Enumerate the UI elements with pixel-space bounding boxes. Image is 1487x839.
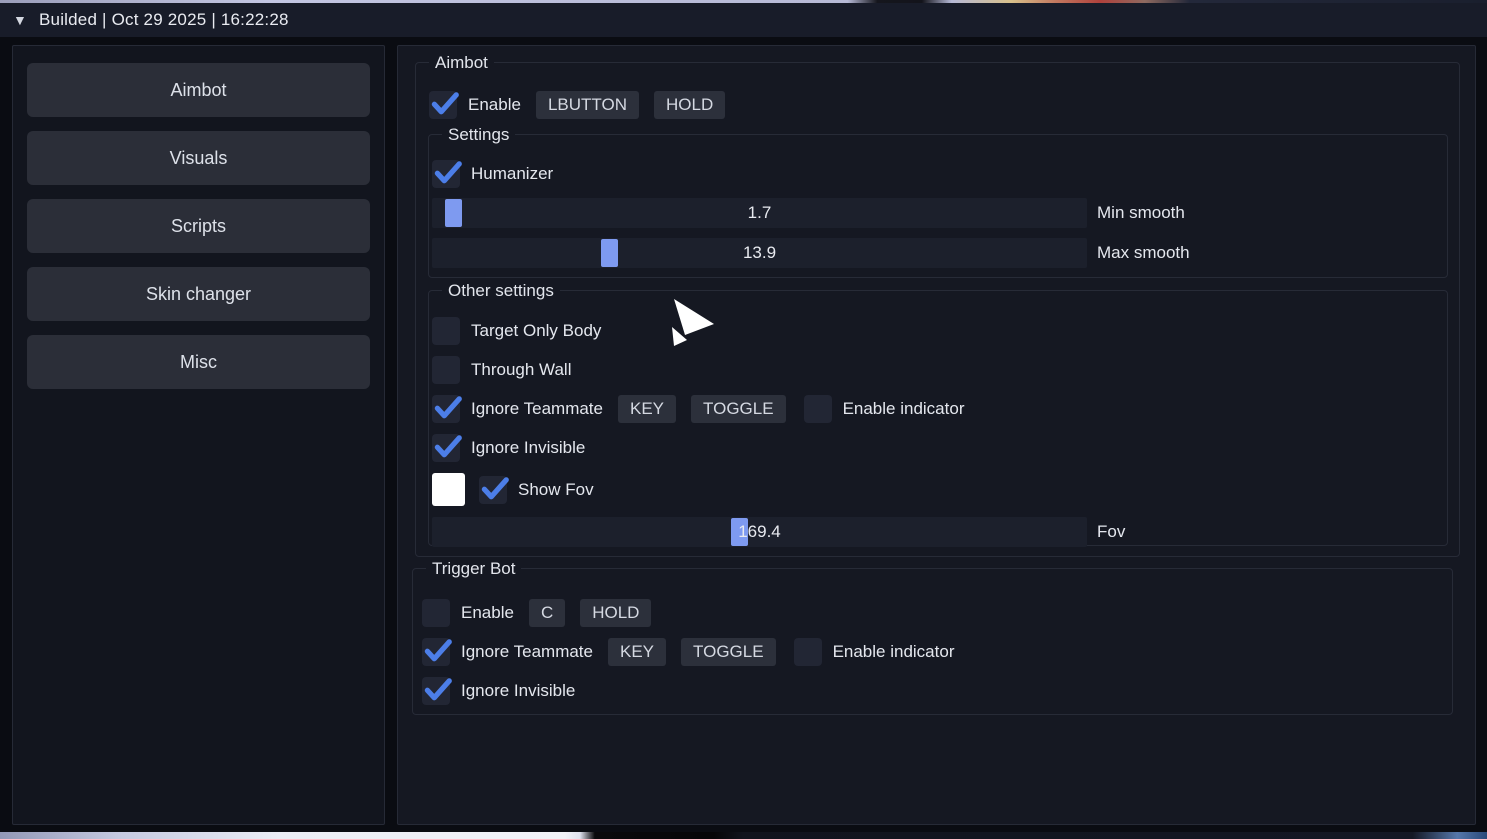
- indicator-checkbox[interactable]: [804, 395, 832, 423]
- main-panel: Aimbot Enable LBUTTON HOLD Settings: [397, 45, 1476, 825]
- trigger-ignore-invisible-checkbox[interactable]: [422, 677, 450, 705]
- trigger-keymode-button[interactable]: HOLD: [580, 599, 651, 627]
- check-icon: [433, 157, 463, 187]
- check-icon: [423, 635, 453, 665]
- ignore-invisible-label: Ignore Invisible: [471, 438, 585, 458]
- humanizer-label: Humanizer: [471, 164, 553, 184]
- check-icon: [423, 674, 453, 704]
- max-smooth-row: 13.9 Max smooth: [432, 238, 1444, 268]
- trigger-enable-label: Enable: [461, 603, 514, 623]
- other-settings-fieldset: Other settings Target Only Body Through …: [428, 290, 1448, 546]
- fov-value: 169.4: [432, 517, 1087, 547]
- show-fov-row: Show Fov: [432, 473, 1444, 506]
- ignore-teammate-checkbox[interactable]: [432, 395, 460, 423]
- check-icon: [430, 88, 460, 118]
- trigger-ignore-invisible-row: Ignore Invisible: [422, 677, 1449, 705]
- trigger-ignore-invisible-label: Ignore Invisible: [461, 681, 575, 701]
- aimbot-enable-label: Enable: [468, 95, 521, 115]
- trigger-bot-legend: Trigger Bot: [426, 558, 521, 579]
- target-only-body-checkbox[interactable]: [432, 317, 460, 345]
- sidebar-item-aimbot[interactable]: Aimbot: [27, 63, 370, 117]
- humanizer-row: Humanizer: [432, 160, 1444, 188]
- settings-fieldset: Settings Humanizer 1.7 Min smooth: [428, 134, 1448, 278]
- trigger-ignore-teammate-label: Ignore Teammate: [461, 642, 593, 662]
- other-settings-legend: Other settings: [442, 280, 560, 301]
- trigger-ignore-teammate-keymode-button[interactable]: TOGGLE: [681, 638, 776, 666]
- indicator-label: Enable indicator: [843, 399, 965, 419]
- sidebar: Aimbot Visuals Scripts Skin changer Misc: [12, 45, 385, 825]
- aimbot-group: Aimbot Enable LBUTTON HOLD Settings: [415, 62, 1460, 557]
- trigger-enable-row: Enable C HOLD: [422, 599, 1449, 627]
- fov-slider[interactable]: 169.4: [432, 517, 1087, 547]
- show-fov-label: Show Fov: [518, 480, 594, 500]
- aimbot-ignore-invisible-row: Ignore Invisible: [432, 434, 1444, 462]
- collapse-triangle-icon[interactable]: ▼: [13, 12, 39, 28]
- trigger-bot-group: Trigger Bot Enable C HOLD Ignore Teammat…: [412, 568, 1453, 715]
- ignore-teammate-label: Ignore Teammate: [471, 399, 603, 419]
- game-background-bottom-strip: [0, 832, 1487, 839]
- sidebar-item-misc[interactable]: Misc: [27, 335, 370, 389]
- ignore-invisible-checkbox[interactable]: [432, 434, 460, 462]
- target-only-body-row: Target Only Body: [432, 317, 1444, 345]
- show-fov-checkbox[interactable]: [479, 476, 507, 504]
- sidebar-item-skin-changer[interactable]: Skin changer: [27, 267, 370, 321]
- ignore-teammate-keymode-button[interactable]: TOGGLE: [691, 395, 786, 423]
- aimbot-ignore-teammate-row: Ignore Teammate KEY TOGGLE Enable indica…: [432, 395, 1444, 423]
- trigger-indicator-label: Enable indicator: [833, 642, 955, 662]
- ignore-teammate-keybind-button[interactable]: KEY: [618, 395, 676, 423]
- trigger-keybind-button[interactable]: C: [529, 599, 565, 627]
- settings-legend: Settings: [442, 124, 515, 145]
- through-wall-label: Through Wall: [471, 360, 571, 380]
- check-icon: [433, 431, 463, 461]
- max-smooth-value: 13.9: [432, 238, 1087, 268]
- aimbot-keybind-button[interactable]: LBUTTON: [536, 91, 639, 119]
- fov-label: Fov: [1097, 522, 1125, 542]
- max-smooth-slider[interactable]: 13.9: [432, 238, 1087, 268]
- aimbot-enable-row: Enable LBUTTON HOLD: [429, 91, 725, 119]
- aimbot-enable-checkbox[interactable]: [429, 91, 457, 119]
- fov-row: 169.4 Fov: [432, 517, 1444, 547]
- min-smooth-row: 1.7 Min smooth: [432, 198, 1444, 228]
- max-smooth-label: Max smooth: [1097, 243, 1190, 263]
- through-wall-checkbox[interactable]: [432, 356, 460, 384]
- check-icon: [480, 473, 510, 503]
- trigger-indicator-checkbox[interactable]: [794, 638, 822, 666]
- cheat-menu-root: ▼ Builded | Oct 29 2025 | 16:22:28 Aimbo…: [0, 0, 1487, 839]
- trigger-ignore-teammate-row: Ignore Teammate KEY TOGGLE Enable indica…: [422, 638, 1449, 666]
- fov-color-swatch[interactable]: [432, 473, 465, 506]
- sidebar-item-visuals[interactable]: Visuals: [27, 131, 370, 185]
- min-smooth-slider[interactable]: 1.7: [432, 198, 1087, 228]
- check-icon: [433, 392, 463, 422]
- sidebar-item-scripts[interactable]: Scripts: [27, 199, 370, 253]
- titlebar-title: Builded | Oct 29 2025 | 16:22:28: [39, 10, 289, 30]
- trigger-ignore-teammate-checkbox[interactable]: [422, 638, 450, 666]
- min-smooth-value: 1.7: [432, 198, 1087, 228]
- trigger-enable-checkbox[interactable]: [422, 599, 450, 627]
- min-smooth-label: Min smooth: [1097, 203, 1185, 223]
- titlebar: ▼ Builded | Oct 29 2025 | 16:22:28: [0, 3, 1487, 37]
- target-only-body-label: Target Only Body: [471, 321, 601, 341]
- humanizer-checkbox[interactable]: [432, 160, 460, 188]
- trigger-ignore-teammate-keybind-button[interactable]: KEY: [608, 638, 666, 666]
- through-wall-row: Through Wall: [432, 356, 1444, 384]
- aimbot-keymode-button[interactable]: HOLD: [654, 91, 725, 119]
- aimbot-group-legend: Aimbot: [429, 52, 494, 73]
